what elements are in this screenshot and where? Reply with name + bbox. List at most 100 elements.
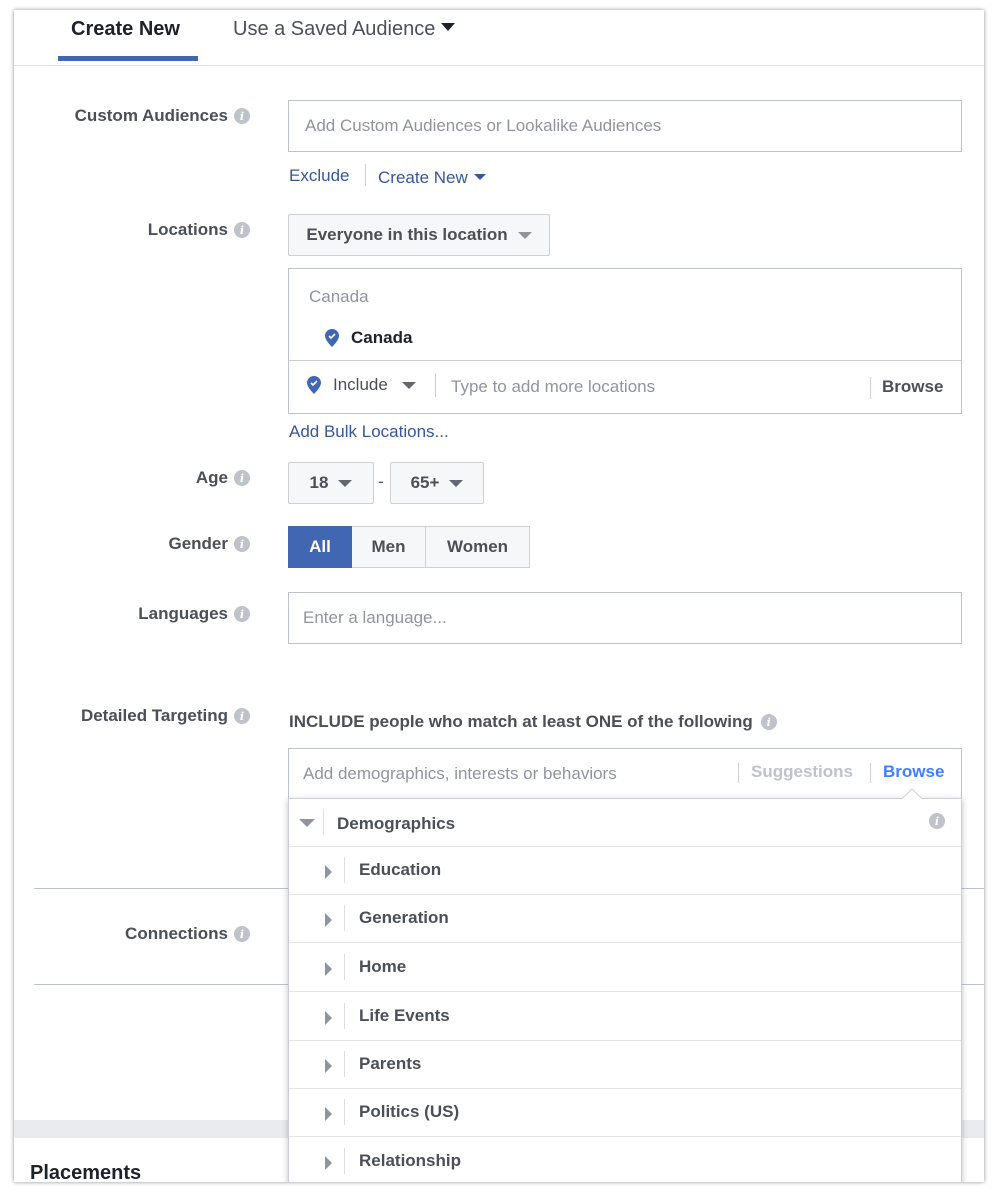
divider [323,809,324,835]
gender-segmented-control: All Men Women [288,526,530,568]
info-icon[interactable]: i [234,708,250,724]
caret-right-icon [325,1156,332,1170]
locations-label: Locations [147,220,228,239]
languages-input[interactable]: Enter a language... [288,592,962,644]
subcategory-row[interactable]: Relationship [289,1138,961,1182]
tab-create-new[interactable]: Create New [71,18,180,41]
divider [344,954,345,980]
info-icon[interactable]: i [234,536,250,552]
subcategory-row[interactable]: Education [289,847,961,895]
info-icon[interactable]: i [234,222,250,238]
caret-right-icon [325,865,332,879]
subcategory-row[interactable]: Politics (US) [289,1089,961,1137]
subcategory-label: Home [359,957,407,976]
age-min-value: 18 [309,473,329,492]
info-icon[interactable]: i [234,108,250,124]
gender-men-button[interactable]: Men [352,526,426,568]
languages-placeholder: Enter a language... [303,608,447,627]
age-separator: - [378,472,384,491]
placements-heading: Placements [30,1162,142,1182]
divider [344,905,345,931]
info-icon[interactable]: i [234,470,250,486]
create-new-dropdown-link[interactable]: Create New [378,168,486,188]
location-type-dropdown[interactable]: Everyone in this location [288,214,550,256]
divider [870,377,871,399]
category-label: Demographics [337,814,456,833]
tab-saved-audience-label: Use a Saved Audience [233,18,436,40]
chevron-down-icon [401,381,416,389]
gender-option-label: Men [371,537,406,556]
locations-row-label: Locations i [148,220,250,240]
age-label: Age [195,468,228,487]
subcategory-row[interactable]: Home [289,944,961,992]
divider [344,1003,345,1029]
add-bulk-locations-link[interactable]: Add Bulk Locations... [289,422,449,442]
custom-audiences-input[interactable]: Add Custom Audiences or Lookalike Audien… [288,100,962,152]
info-icon[interactable]: i [929,813,945,829]
divider [289,360,961,361]
detailed-targeting-row-label: Detailed Targeting i [81,706,250,726]
include-exclude-dropdown[interactable]: Include [307,375,416,395]
location-search-input[interactable]: Type to add more locations [451,377,655,397]
chevron-down-icon [441,23,456,31]
gender-option-label: All [309,537,331,556]
divider [344,1051,345,1077]
divider [738,763,739,783]
tab-saved-audience[interactable]: Use a Saved Audience [233,18,456,41]
caret-right-icon [325,1059,332,1073]
divider [344,1099,345,1125]
chevron-down-icon [449,479,464,487]
detailed-targeting-placeholder: Add demographics, interests or behaviors [303,764,617,783]
selected-location: Canada [325,328,412,348]
subcategory-label: Generation [359,908,449,927]
include-criteria-text: INCLUDE people who match at least ONE of… [289,712,753,731]
subcategory-row[interactable]: Life Events [289,993,961,1041]
subcategory-label: Relationship [359,1151,462,1170]
languages-label: Languages [138,604,228,623]
chevron-down-icon [338,479,353,487]
age-row-label: Age i [196,468,250,488]
age-max-value: 65+ [410,473,440,492]
info-icon[interactable]: i [234,606,250,622]
info-icon[interactable]: i [760,714,777,730]
subcategory-label: Education [359,860,442,879]
category-demographics[interactable]: Demographics i [289,799,961,847]
caret-right-icon [325,913,332,927]
include-value: Include [333,375,388,394]
gender-women-button[interactable]: Women [426,526,530,568]
caret-right-icon [325,1107,332,1121]
location-browse-button[interactable]: Browse [882,377,943,397]
location-group-header: Canada [309,287,369,306]
subcategory-row[interactable]: Parents [289,1041,961,1089]
link-divider [365,164,366,186]
detailed-targeting-input[interactable]: Add demographics, interests or behaviors… [288,748,962,800]
age-min-dropdown[interactable]: 18 [288,462,374,504]
chevron-down-icon [473,174,486,180]
subcategory-label: Politics (US) [359,1102,460,1121]
connections-label: Connections [125,924,228,943]
suggestions-button[interactable]: Suggestions [751,762,853,782]
exclude-link[interactable]: Exclude [289,166,349,186]
caret-right-icon [325,962,332,976]
subcategory-row[interactable]: Generation [289,895,961,943]
age-max-dropdown[interactable]: 65+ [390,462,484,504]
languages-row-label: Languages i [138,604,250,624]
divider [344,857,345,883]
browse-dropdown: Demographics i Education Generation Home… [288,788,962,1182]
create-new-link-label: Create New [378,168,468,187]
detailed-browse-button[interactable]: Browse [883,762,944,782]
location-pin-icon [307,376,321,394]
chevron-down-icon [517,231,532,239]
divider [344,1148,345,1174]
include-criteria-heading: INCLUDE people who match at least ONE of… [289,712,777,732]
detailed-targeting-label: Detailed Targeting [80,706,228,725]
custom-audiences-row-label: Custom Audiences i [75,106,250,126]
custom-audiences-label: Custom Audiences [74,106,228,125]
location-type-value: Everyone in this location [306,225,508,244]
caret-down-icon [299,819,315,827]
custom-audiences-placeholder: Add Custom Audiences or Lookalike Audien… [305,116,662,135]
audience-panel: Create New Use a Saved Audience Custom A… [14,10,984,1182]
gender-all-button[interactable]: All [288,526,352,568]
info-icon[interactable]: i [234,926,250,942]
subcategory-label: Life Events [359,1006,450,1025]
